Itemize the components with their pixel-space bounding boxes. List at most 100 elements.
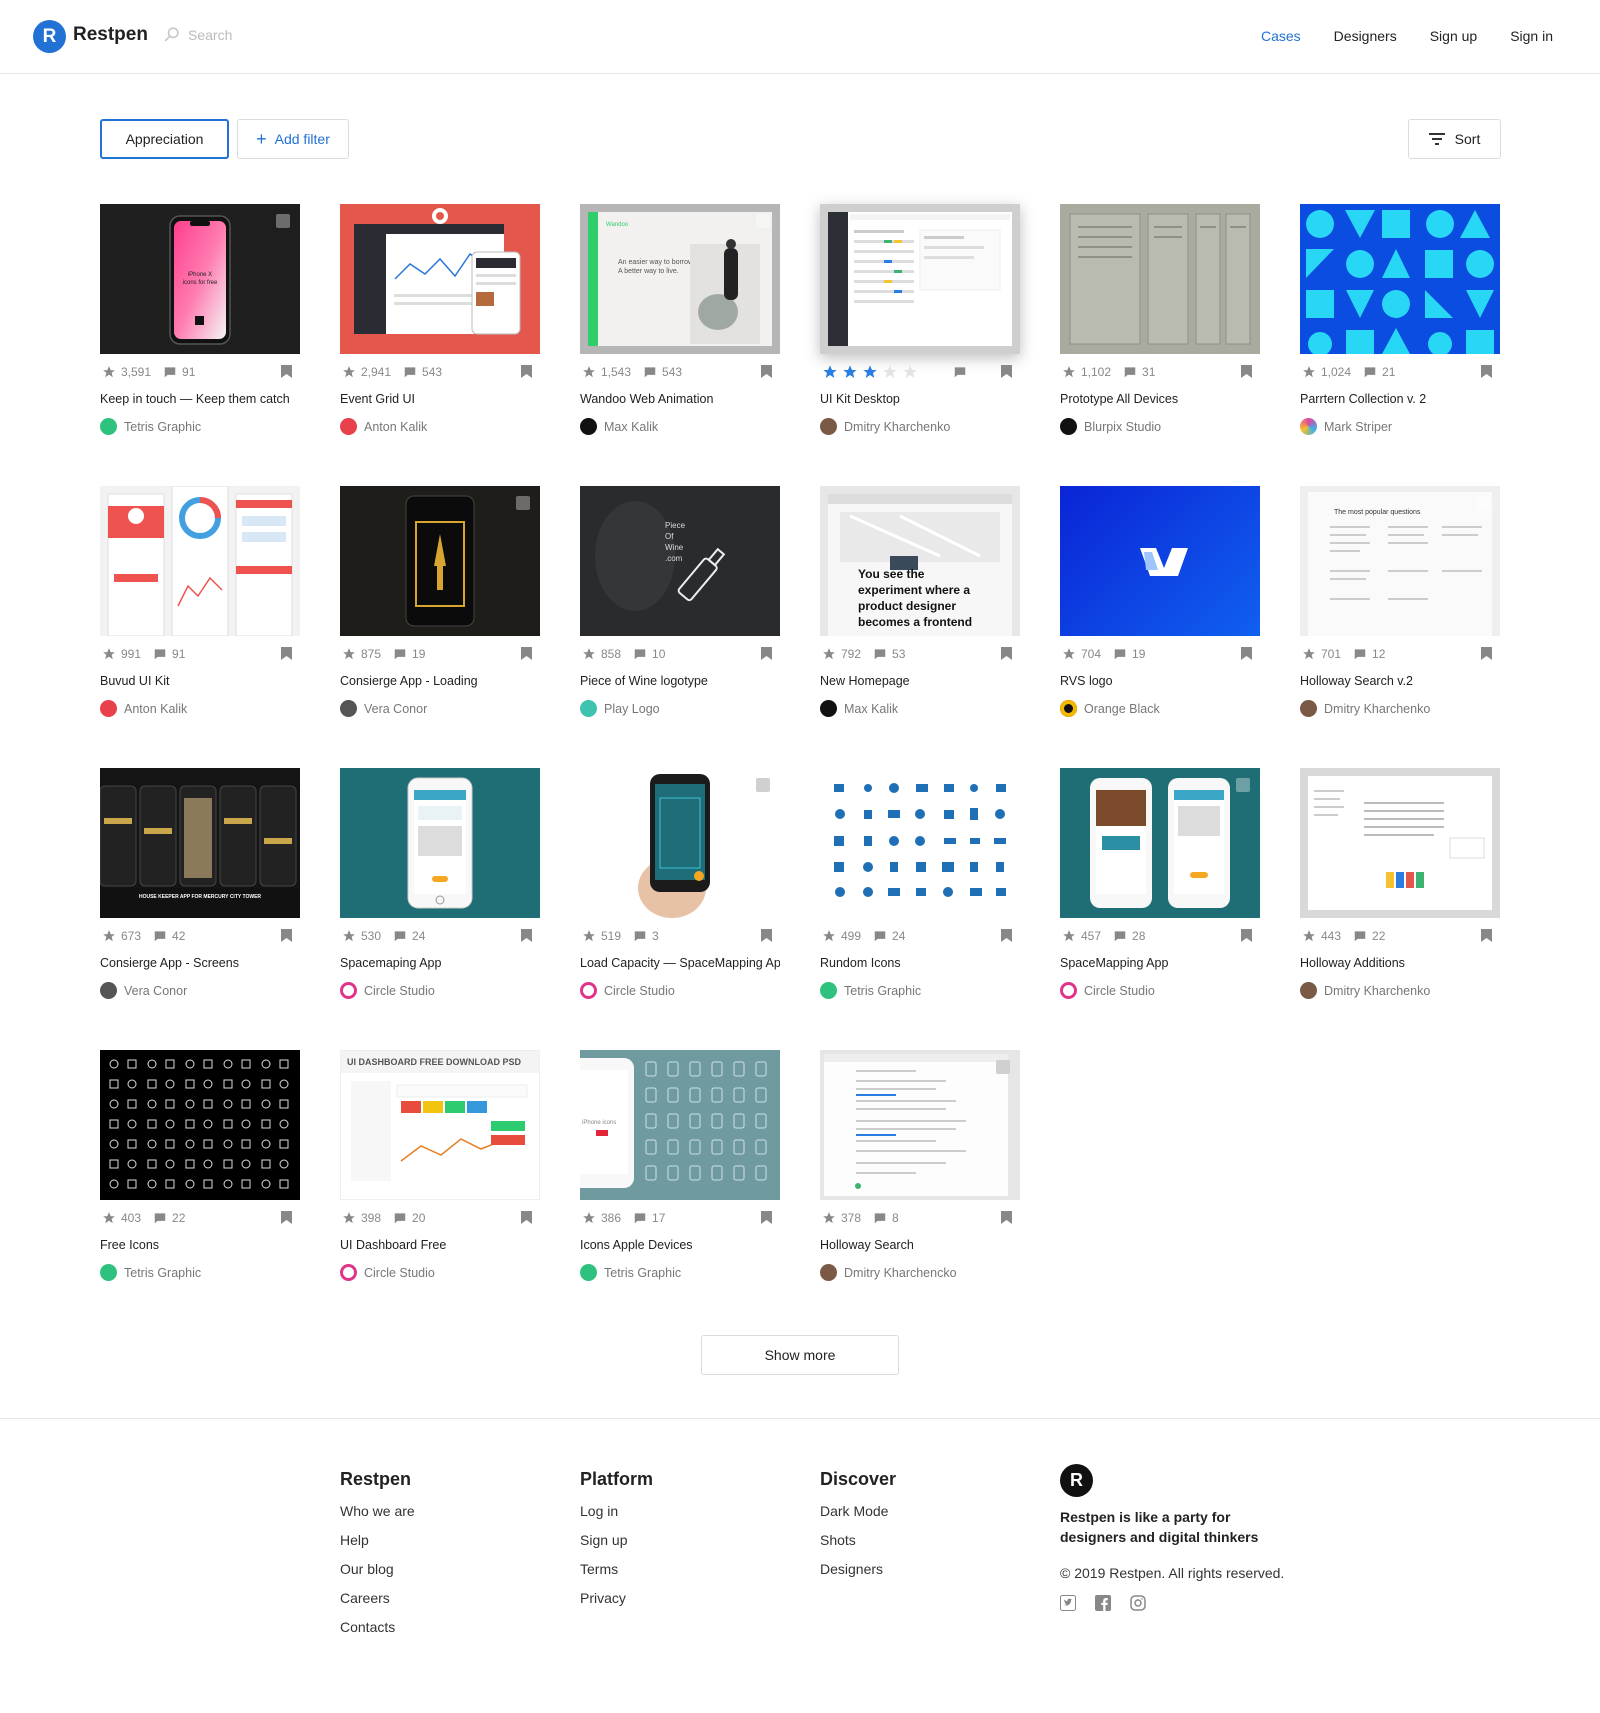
- star-icon[interactable]: [822, 929, 836, 943]
- case-thumbnail[interactable]: Piece Of Wine .com: [580, 486, 780, 636]
- case-thumbnail[interactable]: [1060, 768, 1260, 918]
- case-thumbnail[interactable]: Wandoo An easier way to borrow. A better…: [580, 204, 780, 354]
- footer-link-contacts[interactable]: Contacts: [340, 1619, 415, 1635]
- case-card[interactable]: 378 8 Holloway Search Dmitry Kharchencko: [820, 1050, 1020, 1332]
- twitter-icon[interactable]: [1060, 1595, 1076, 1611]
- nav-cases[interactable]: Cases: [1261, 28, 1301, 44]
- comment-icon[interactable]: [163, 365, 177, 379]
- case-title[interactable]: Wandoo Web Animation: [580, 392, 780, 406]
- star-icon[interactable]: [822, 364, 838, 380]
- search-input[interactable]: [188, 26, 388, 43]
- nav-sign-in[interactable]: Sign in: [1510, 28, 1553, 44]
- case-title[interactable]: Consierge App - Screens: [100, 956, 300, 970]
- case-thumbnail[interactable]: [340, 204, 540, 354]
- case-title[interactable]: Buvud UI Kit: [100, 674, 300, 688]
- case-thumbnail[interactable]: [580, 768, 780, 918]
- bookmark-icon[interactable]: [761, 365, 772, 378]
- star-icon[interactable]: [882, 364, 898, 380]
- case-title[interactable]: Prototype All Devices: [1060, 392, 1260, 406]
- case-thumbnail[interactable]: [820, 1050, 1020, 1200]
- bookmark-icon[interactable]: [1001, 365, 1012, 378]
- case-card[interactable]: You see the experiment where a product d…: [820, 486, 1020, 768]
- instagram-icon[interactable]: [1130, 1595, 1146, 1611]
- case-card[interactable]: 1,102 31 Prototype All Devices Blurpix S…: [1060, 204, 1260, 486]
- comment-icon[interactable]: [1123, 365, 1137, 379]
- bookmark-icon[interactable]: [1001, 929, 1012, 942]
- case-title[interactable]: UI Dashboard Free: [340, 1238, 540, 1252]
- comment-icon[interactable]: [153, 1211, 167, 1225]
- star-icon[interactable]: [102, 1211, 116, 1225]
- case-author[interactable]: Max Kalik: [580, 418, 658, 435]
- bookmark-icon[interactable]: [1001, 1211, 1012, 1224]
- star-icon[interactable]: [1302, 647, 1316, 661]
- comment-icon[interactable]: [403, 365, 417, 379]
- rating-stars[interactable]: [822, 364, 922, 380]
- footer-link-blog[interactable]: Our blog: [340, 1561, 415, 1577]
- case-author[interactable]: Tetris Graphic: [580, 1264, 681, 1281]
- comment-icon[interactable]: [643, 365, 657, 379]
- add-filter-button[interactable]: + Add filter: [237, 119, 349, 159]
- case-title[interactable]: Holloway Search v.2: [1300, 674, 1500, 688]
- case-title[interactable]: Load Capacity — SpaceMapping App: [580, 956, 780, 970]
- comment-icon[interactable]: [153, 929, 167, 943]
- case-card[interactable]: 519 3 Load Capacity — SpaceMapping App C…: [580, 768, 780, 1050]
- case-card[interactable]: HOUSE KEEPER APP FOR MERCURY CITY TOWER …: [100, 768, 300, 1050]
- comment-icon[interactable]: [1113, 647, 1127, 661]
- footer-link-who-we-are[interactable]: Who we are: [340, 1503, 415, 1519]
- case-card[interactable]: 991 91 Buvud UI Kit Anton Kalik: [100, 486, 300, 768]
- case-author[interactable]: Tetris Graphic: [100, 418, 201, 435]
- case-card[interactable]: UI Kit Desktop Dmitry Kharchenko: [820, 204, 1020, 486]
- case-thumbnail[interactable]: [100, 486, 300, 636]
- bookmark-icon[interactable]: [1241, 647, 1252, 660]
- case-thumbnail[interactable]: [1300, 768, 1500, 918]
- case-title[interactable]: Holloway Search: [820, 1238, 1020, 1252]
- case-thumbnail[interactable]: [820, 204, 1020, 354]
- star-icon[interactable]: [822, 647, 836, 661]
- case-title[interactable]: Event Grid UI: [340, 392, 540, 406]
- comment-icon[interactable]: [633, 929, 647, 943]
- bookmark-icon[interactable]: [281, 929, 292, 942]
- case-author[interactable]: Circle Studio: [340, 1264, 435, 1281]
- star-icon[interactable]: [1302, 365, 1316, 379]
- comment-icon[interactable]: [1353, 929, 1367, 943]
- case-thumbnail[interactable]: [820, 768, 1020, 918]
- case-card[interactable]: 875 19 Consierge App - Loading Vera Cono…: [340, 486, 540, 768]
- comment-icon[interactable]: [393, 1211, 407, 1225]
- star-icon[interactable]: [342, 929, 356, 943]
- case-thumbnail[interactable]: iPhone icons: [580, 1050, 780, 1200]
- case-card[interactable]: 2,941 543 Event Grid UI Anton Kalik: [340, 204, 540, 486]
- case-card[interactable]: 530 24 Spacemaping App Circle Studio: [340, 768, 540, 1050]
- comment-icon[interactable]: [873, 929, 887, 943]
- footer-link-careers[interactable]: Careers: [340, 1590, 415, 1606]
- star-icon[interactable]: [582, 365, 596, 379]
- case-thumbnail[interactable]: [1060, 204, 1260, 354]
- comment-icon[interactable]: [153, 647, 167, 661]
- footer-link-log-in[interactable]: Log in: [580, 1503, 653, 1519]
- case-thumbnail[interactable]: [100, 1050, 300, 1200]
- case-author[interactable]: Dmitry Kharchencko: [820, 1264, 957, 1281]
- case-card[interactable]: 403 22 Free Icons Tetris Graphic: [100, 1050, 300, 1332]
- case-title[interactable]: UI Kit Desktop: [820, 392, 1020, 406]
- case-thumbnail[interactable]: HOUSE KEEPER APP FOR MERCURY CITY TOWER: [100, 768, 300, 918]
- star-icon[interactable]: [842, 364, 858, 380]
- case-author[interactable]: Tetris Graphic: [820, 982, 921, 999]
- bookmark-icon[interactable]: [521, 647, 532, 660]
- case-thumbnail[interactable]: You see the experiment where a product d…: [820, 486, 1020, 636]
- star-icon[interactable]: [1062, 365, 1076, 379]
- bookmark-icon[interactable]: [1241, 365, 1252, 378]
- case-thumbnail[interactable]: [1060, 486, 1260, 636]
- star-icon[interactable]: [102, 647, 116, 661]
- star-icon[interactable]: [102, 929, 116, 943]
- appreciation-filter-button[interactable]: Appreciation: [100, 119, 229, 159]
- case-thumbnail[interactable]: [340, 486, 540, 636]
- star-icon[interactable]: [822, 1211, 836, 1225]
- case-thumbnail[interactable]: [340, 768, 540, 918]
- bookmark-icon[interactable]: [521, 365, 532, 378]
- case-author[interactable]: Mark Striper: [1300, 418, 1392, 435]
- footer-link-help[interactable]: Help: [340, 1532, 415, 1548]
- comment-icon[interactable]: [873, 1211, 887, 1225]
- bookmark-icon[interactable]: [281, 647, 292, 660]
- case-title[interactable]: Rundom Icons: [820, 956, 1020, 970]
- case-card[interactable]: iPhone X icons for free 3,591 91 Keep in…: [100, 204, 300, 486]
- facebook-icon[interactable]: [1095, 1595, 1111, 1611]
